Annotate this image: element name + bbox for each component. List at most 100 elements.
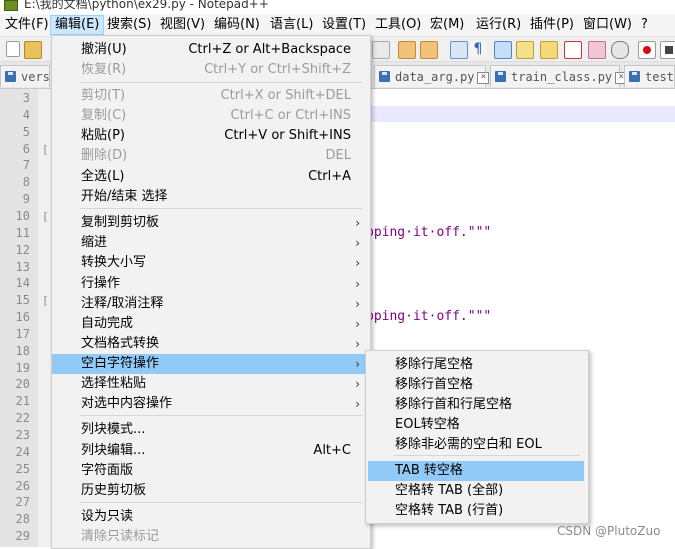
edit-menu-item[interactable]: 字符面版 [52,461,370,481]
menu-item-label: 列块模式... [81,422,146,437]
tab-data-arg[interactable]: data_arg.py × [374,65,490,87]
edit-menu-item[interactable]: 粘贴(P) Ctrl+V or Shift+INS [52,126,370,146]
edit-menu-item[interactable]: 注释/取消注释 › [52,294,370,314]
new-file-icon[interactable] [6,41,20,57]
menu-macro[interactable]: 宏(M) [426,16,468,34]
indent-guide-icon[interactable] [494,41,512,59]
tab-label: vers [21,70,50,84]
edit-menu-item[interactable]: 空白字符操作 › [52,354,370,374]
edit-menu-item[interactable]: 历史剪切板 [52,481,370,501]
edit-menu-item[interactable]: 选择性粘贴 › [52,374,370,394]
edit-menu-item[interactable]: 对选中内容操作 › [52,394,370,414]
menu-window[interactable]: 窗口(W) [579,16,636,34]
monitor-icon[interactable] [611,41,629,59]
find-icon[interactable] [372,41,390,59]
notepad-app-icon [4,0,18,11]
whitespace-menu-item[interactable]: 空格转 TAB (全部) [366,481,588,501]
edit-menu-item[interactable]: 清除只读标记 [52,527,370,547]
menu-item-label: TAB 转空格 [395,463,463,478]
whitespace-menu-item[interactable]: TAB 转空格 [368,461,584,481]
submenu-arrow-icon: › [355,277,360,291]
edit-menu-item[interactable]: 行操作 › [52,274,370,294]
edit-menu-item[interactable]: 转换大小写 › [52,253,370,273]
show-all-chars-icon[interactable]: ¶ [470,41,486,57]
line-number: 4 [22,107,30,122]
edit-menu-item[interactable]: 列块模式... [52,420,370,440]
folder-workspace-icon[interactable] [588,41,606,59]
menu-item-label: 空白字符操作 [81,356,160,371]
edit-menu-item[interactable]: 剪切(T) Ctrl+X or Shift+DEL [52,86,370,106]
menu-view[interactable]: 视图(V) [156,16,209,34]
record-macro-icon[interactable] [638,41,656,59]
line-number: 21 [15,394,30,409]
menu-item-label: 移除行首空格 [395,377,474,392]
menu-tools[interactable]: 工具(O) [371,16,425,34]
line-number: 23 [15,428,30,442]
edit-menu-item[interactable]: 自动完成 › [52,314,370,334]
menu-separator [80,502,362,503]
menu-language[interactable]: 语言(L) [266,16,317,34]
menu-separator [80,415,362,416]
word-wrap-icon[interactable] [516,41,534,59]
edit-menu-item[interactable]: 恢复(R) Ctrl+Y or Ctrl+Shift+Z [52,60,370,80]
menu-encoding[interactable]: 编码(N) [210,16,264,34]
code-line-16[interactable]: pping·it·off.""" [366,309,491,324]
menu-item-label: 选择性粘贴 [81,376,147,391]
whitespace-menu-item[interactable]: 移除行首和行尾空格 [366,395,588,415]
whitespace-menu-item[interactable]: 空格转 TAB (行首) [366,501,588,521]
fold-margin[interactable] [38,89,52,547]
menu-item-label: 缩进 [81,235,108,250]
code-line-11[interactable]: pping·it·off.""" [366,225,491,240]
tab-test[interactable]: test. [624,65,675,87]
edit-menu-item[interactable]: 全选(L) Ctrl+A [52,167,370,187]
menu-item-shortcut: Ctrl+Y or Ctrl+Shift+Z [204,62,351,77]
edit-menu-item[interactable]: 复制(C) Ctrl+C or Ctrl+INS [52,106,370,126]
menu-settings[interactable]: 设置(T) [318,16,370,34]
zoom-out-icon[interactable] [420,41,438,59]
line-number: 16 [15,310,30,325]
save-disk-icon [629,71,640,82]
zoom-in-icon[interactable] [398,41,416,59]
edit-menu-item[interactable]: 文档格式转换 › [52,334,370,354]
whitespace-menu-item[interactable]: EOL转空格 [366,415,588,435]
whitespace-menu-item[interactable]: 移除非必需的空白和 EOL [366,435,588,455]
edit-menu-item[interactable]: 开始/结束 选择 [52,187,370,207]
line-number: 26 [15,478,30,493]
menu-item-shortcut: Ctrl+X or Shift+DEL [220,88,351,103]
open-file-icon[interactable] [24,41,42,59]
sync-scroll-icon[interactable] [450,41,468,59]
menu-search[interactable]: 搜索(S) [103,16,155,34]
whitespace-menu-item[interactable]: 移除行首空格 [366,375,588,395]
fold-marker-icon[interactable]: [ [42,211,49,222]
edit-menu-item[interactable]: 设为只读 [52,507,370,527]
whitespace-menu-item[interactable]: 移除行尾空格 [366,355,588,375]
edit-menu-item[interactable]: 删除(D) DEL [52,146,370,166]
menu-file[interactable]: 文件(F) [1,16,53,34]
tab-train-class[interactable]: train_class.py × [490,65,628,87]
menu-item-label: 自动完成 [81,316,134,331]
save-disk-icon [495,71,506,82]
fold-marker-icon[interactable]: [ [42,144,49,155]
tab-label: test. [645,70,675,84]
edit-menu-item[interactable]: 复制到剪切板 › [52,213,370,233]
edit-menu-item[interactable]: 缩进 › [52,233,370,253]
stop-macro-icon[interactable] [660,41,675,59]
menu-edit[interactable]: 编辑(E) [50,15,105,35]
menu-plugins[interactable]: 插件(P) [526,16,578,34]
tab-vers[interactable]: vers [0,65,50,87]
doc-map-icon[interactable] [540,41,558,59]
menu-item-shortcut: Ctrl+Z or Alt+Backspace [188,42,351,57]
fold-marker-icon[interactable]: [ [42,295,49,306]
menu-help[interactable]: ? [637,16,652,34]
edit-menu-item[interactable]: 列块编辑... Alt+C [52,441,370,461]
menu-item-label: 开始/结束 选择 [81,189,168,204]
edit-menu-item[interactable]: 撤消(U) Ctrl+Z or Alt+Backspace [52,40,370,60]
line-number: 15 [15,293,30,308]
menu-run[interactable]: 运行(R) [472,16,525,34]
close-tab-icon[interactable]: × [477,71,490,84]
function-list-icon[interactable] [564,41,582,59]
line-number: 6 [22,141,30,156]
menu-item-label: 恢复(R) [81,62,127,77]
menu-item-label: 行操作 [81,276,121,291]
save-disk-icon [5,71,16,82]
